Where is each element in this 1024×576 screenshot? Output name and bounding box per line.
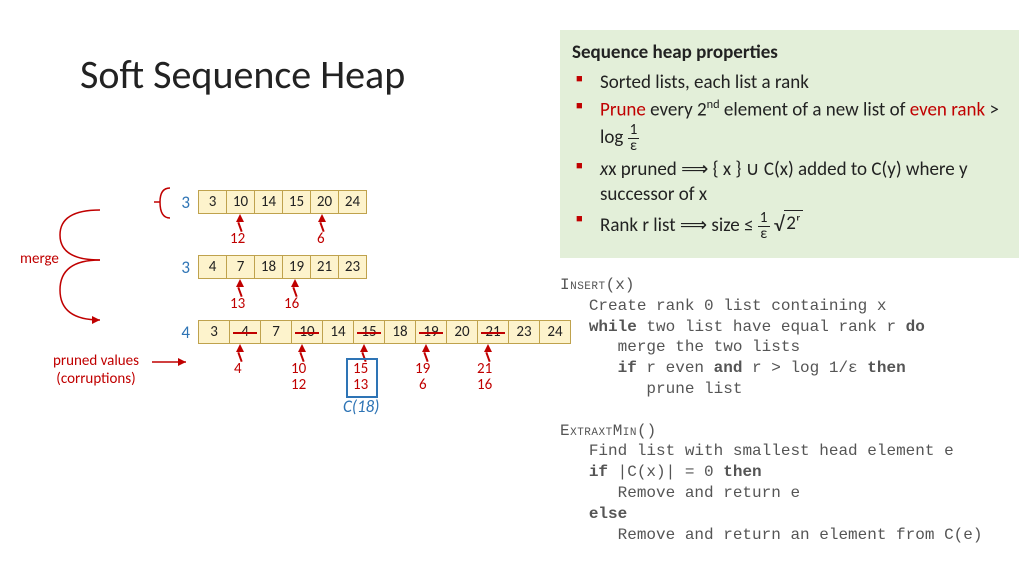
- heap-cell: 24: [339, 191, 366, 213]
- heap-cell: 23: [339, 256, 366, 278]
- heap-cell: 15: [283, 191, 311, 213]
- c18-box: [346, 358, 378, 398]
- heap-cell: 19: [283, 256, 311, 278]
- heap-cell: 4: [230, 321, 261, 343]
- heap-cell: 18: [385, 321, 416, 343]
- heap-cell: 4: [199, 256, 227, 278]
- pseudocode: Insert(x) Create rank 0 list containing …: [560, 275, 982, 545]
- panel-item-4: Rank r list ⟹ size ≤ 1ε √2ʳ: [594, 210, 1007, 242]
- c18-label: C(18): [343, 396, 379, 417]
- heap-cell: 20: [311, 191, 339, 213]
- heap-cell: 23: [509, 321, 540, 343]
- pruned-label: pruned values (corruptions): [40, 352, 152, 388]
- panel-item-3: xx pruned ⟹ { x } ∪ C(x) added to C(y) w…: [594, 157, 1007, 208]
- heap-cell: 21: [478, 321, 509, 343]
- heap-cell: 21: [311, 256, 339, 278]
- heap-cell: 14: [323, 321, 354, 343]
- panel-item-1: Sorted lists, each list a rank: [594, 70, 1007, 96]
- heap-cell: 3: [199, 321, 230, 343]
- heap-cell: 3: [199, 191, 227, 213]
- heap-cell: 14: [255, 191, 283, 213]
- heap-cell: 15: [354, 321, 385, 343]
- heap-cell: 19: [416, 321, 447, 343]
- heap-row-1: 3 31014152024: [170, 190, 367, 214]
- heap-cell: 20: [447, 321, 478, 343]
- heap-cell: 10: [227, 191, 255, 213]
- heap-cell: 18: [255, 256, 283, 278]
- heap-row-3: 4 347101415181920212324: [170, 320, 571, 344]
- heap-row-2: 3 4718192123: [170, 255, 367, 279]
- heap-cell: 10: [292, 321, 323, 343]
- heap-cell: 7: [227, 256, 255, 278]
- page-title: Soft Sequence Heap: [80, 50, 405, 99]
- panel-item-2: Prune every 2nd element of a new list of…: [594, 97, 1007, 154]
- panel-heading: Sequence heap properties: [572, 40, 1007, 66]
- heap-cell: 24: [540, 321, 570, 343]
- heap-cell: 7: [261, 321, 292, 343]
- merge-label: merge: [20, 250, 59, 268]
- properties-panel: Sequence heap properties Sorted lists, e…: [560, 30, 1019, 258]
